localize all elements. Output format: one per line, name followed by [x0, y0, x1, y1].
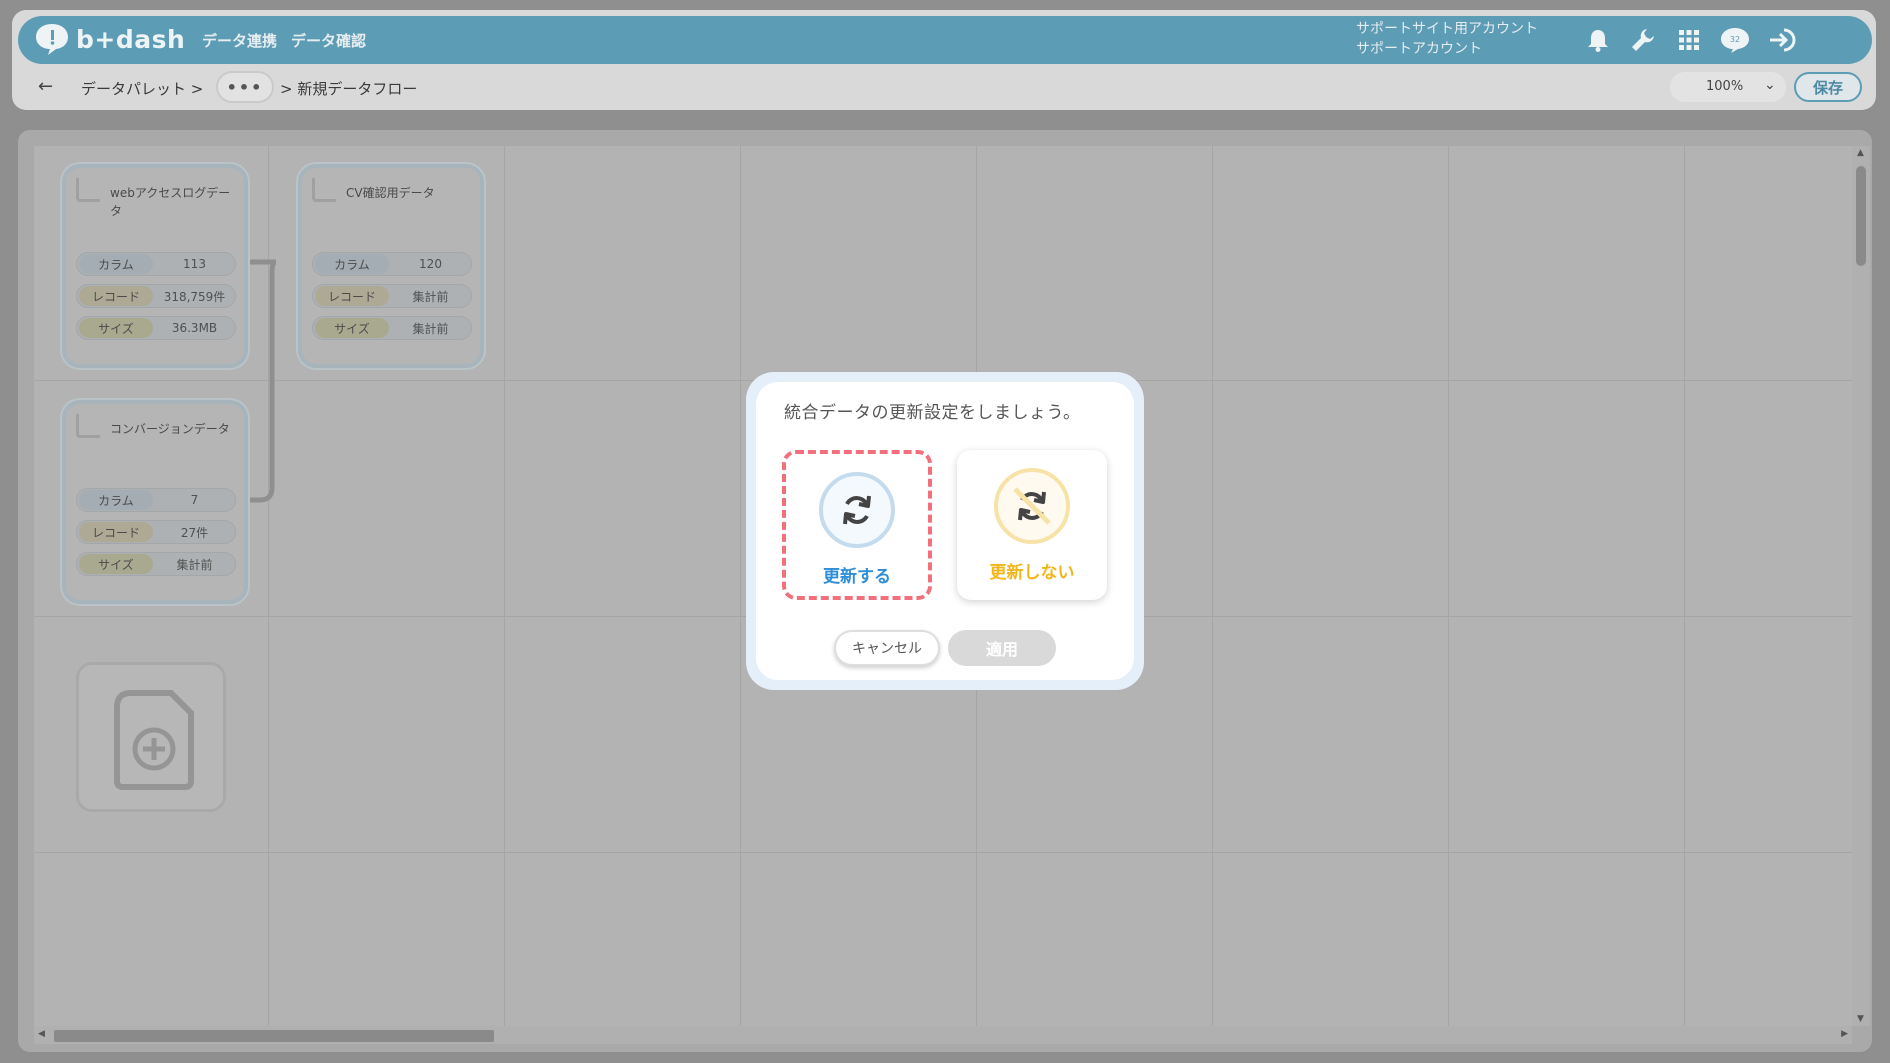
stat-label: カラム — [315, 254, 389, 274]
cancel-button[interactable]: キャンセル — [834, 630, 940, 666]
apply-button[interactable]: 適用 — [948, 630, 1056, 666]
refresh-icon — [819, 472, 895, 548]
stat-records: レコード 27件 — [76, 520, 236, 544]
stat-label: レコード — [79, 522, 153, 542]
stat-label: カラム — [79, 490, 153, 510]
add-data-button[interactable] — [76, 662, 226, 812]
stat-label: レコード — [79, 286, 153, 306]
stat-value: 318,759件 — [163, 289, 226, 304]
scroll-thumb[interactable] — [1856, 166, 1866, 266]
stat-value: 集計前 — [412, 289, 449, 304]
stat-columns: カラム 113 — [76, 252, 236, 276]
stat-value: 36.3MB — [171, 321, 218, 335]
option-update[interactable]: 更新する — [782, 450, 932, 600]
stat-label: サイズ — [79, 318, 153, 338]
data-card-conversion[interactable]: コンバージョンデータ カラム 7 レコード 27件 サイズ 集計前 — [62, 400, 248, 604]
stat-value: 集計前 — [176, 557, 213, 572]
card-title: CV確認用データ — [346, 186, 435, 200]
file-icon — [312, 178, 336, 202]
scroll-left-icon[interactable]: ◀ — [38, 1029, 45, 1039]
add-file-icon — [114, 690, 194, 790]
option-no-update[interactable]: 更新しない — [957, 450, 1107, 600]
stat-label: サイズ — [315, 318, 389, 338]
data-card-cv-check[interactable]: CV確認用データ カラム 120 レコード 集計前 サイズ 集計前 — [298, 164, 484, 368]
stat-label: レコード — [315, 286, 389, 306]
stat-label: サイズ — [79, 554, 153, 574]
data-card-web-access-log[interactable]: webアクセスログデータ カラム 113 レコード 318,759件 サイズ 36.3… — [62, 164, 248, 368]
card-title: コンバージョンデータ — [110, 422, 230, 436]
scroll-up-icon[interactable]: ▲ — [1857, 148, 1864, 158]
modal-title: 統合データの更新設定をしましょう。 — [784, 403, 1081, 423]
stat-size: サイズ 集計前 — [312, 316, 472, 340]
stat-label: カラム — [79, 254, 153, 274]
stat-size: サイズ 集計前 — [76, 552, 236, 576]
stat-columns: カラム 120 — [312, 252, 472, 276]
stat-columns: カラム 7 — [76, 488, 236, 512]
horizontal-scrollbar[interactable]: ◀ ▶ — [34, 1026, 1852, 1044]
scroll-right-icon[interactable]: ▶ — [1841, 1029, 1848, 1039]
no-refresh-icon — [994, 468, 1070, 544]
scroll-down-icon[interactable]: ▼ — [1857, 1014, 1864, 1024]
option-update-label: 更新する — [823, 567, 891, 587]
option-no-update-label: 更新しない — [989, 563, 1075, 583]
file-icon — [76, 414, 100, 438]
stat-value: 113 — [183, 257, 206, 271]
stat-records: レコード 集計前 — [312, 284, 472, 308]
card-title: webアクセスログデータ — [110, 186, 231, 218]
scroll-thumb[interactable] — [54, 1030, 494, 1042]
stat-value: 27件 — [180, 525, 209, 540]
stat-value: 集計前 — [412, 321, 449, 336]
stat-value: 7 — [190, 493, 199, 507]
stat-size: サイズ 36.3MB — [76, 316, 236, 340]
file-icon — [76, 178, 100, 202]
stat-records: レコード 318,759件 — [76, 284, 236, 308]
vertical-scrollbar[interactable]: ▲ ▼ — [1852, 146, 1870, 1026]
stat-value: 120 — [419, 257, 442, 271]
